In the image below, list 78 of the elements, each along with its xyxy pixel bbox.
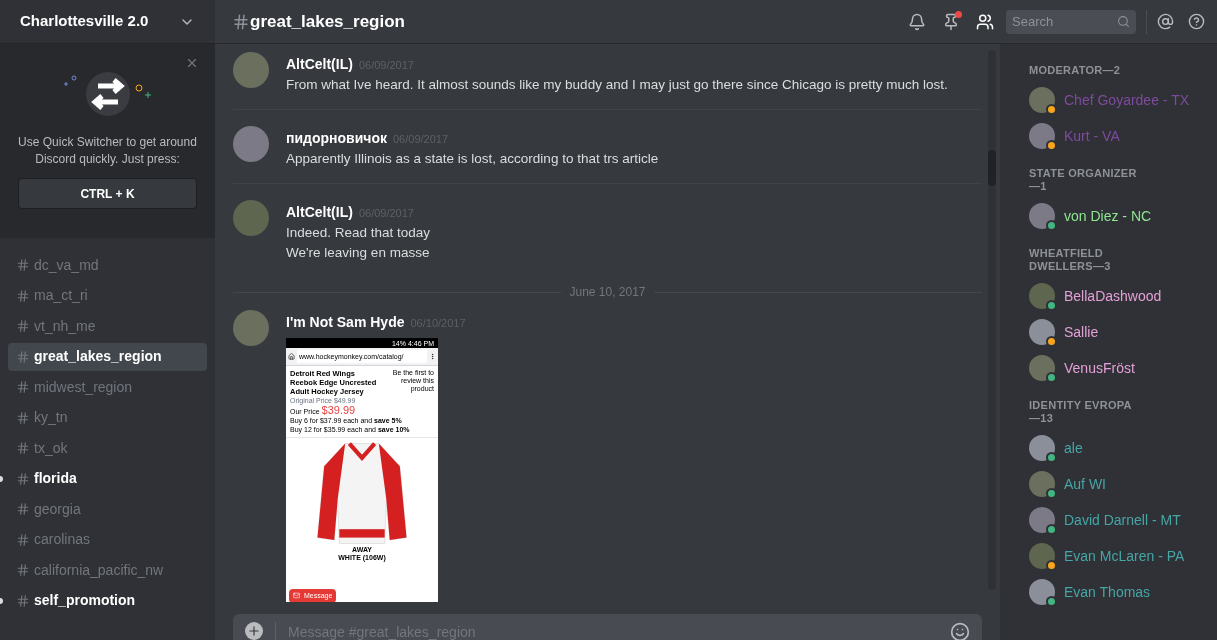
home-icon bbox=[288, 353, 295, 360]
mention-icon[interactable] bbox=[1157, 13, 1174, 30]
avatar[interactable] bbox=[1029, 283, 1055, 309]
avatar[interactable] bbox=[1029, 203, 1055, 229]
channel-item[interactable]: california_pacific_nw bbox=[8, 556, 207, 585]
bell-icon[interactable] bbox=[908, 12, 926, 31]
hash-icon bbox=[16, 410, 30, 425]
member-name[interactable]: VenusFröst bbox=[1064, 357, 1135, 379]
hash-icon bbox=[16, 441, 30, 456]
member-name[interactable]: BellaDashwood bbox=[1064, 285, 1162, 307]
role-heading: MODERATOR—2 bbox=[1029, 64, 1122, 77]
screenshot-attachment[interactable] bbox=[286, 338, 438, 602]
avatar[interactable] bbox=[1029, 319, 1055, 345]
channel-item[interactable]: ma_ct_ri bbox=[8, 281, 207, 310]
channel-title: great_lakes_region bbox=[250, 10, 405, 33]
avatar[interactable] bbox=[1029, 435, 1055, 461]
channel-item[interactable]: carolinas bbox=[8, 525, 207, 554]
author-name[interactable]: пидорновичок bbox=[286, 128, 387, 149]
plus-icon[interactable] bbox=[245, 622, 263, 640]
avatar[interactable] bbox=[1029, 579, 1055, 605]
channel-item[interactable]: florida bbox=[8, 464, 207, 493]
hash-icon bbox=[16, 532, 30, 547]
hash-icon bbox=[232, 12, 250, 31]
author-name[interactable]: I'm Not Sam Hyde bbox=[286, 312, 405, 333]
channel-item[interactable]: georgia bbox=[8, 495, 207, 524]
channel-item[interactable]: ky_tn bbox=[8, 403, 207, 432]
message-text: Indeed. Read that today bbox=[286, 224, 431, 242]
hash-icon bbox=[16, 380, 30, 395]
date-divider: June 10, 2017 bbox=[569, 284, 646, 301]
author-name[interactable]: AltCelt(IL) bbox=[286, 54, 353, 75]
mail-icon bbox=[293, 592, 300, 600]
avatar[interactable] bbox=[1029, 123, 1055, 149]
avatar[interactable] bbox=[1029, 87, 1055, 113]
member-name[interactable]: von Diez - NC bbox=[1064, 205, 1152, 227]
hash-icon bbox=[16, 349, 30, 364]
hash-icon bbox=[16, 593, 30, 608]
hash-icon bbox=[16, 288, 30, 303]
channel-item[interactable]: midwest_region bbox=[8, 373, 207, 402]
member-name[interactable]: David Darnell - MT bbox=[1064, 509, 1181, 531]
avatar[interactable] bbox=[1029, 507, 1055, 533]
channel-item[interactable]: vt_nh_me bbox=[8, 312, 207, 341]
message-text: From what Ive heard. It almost sounds like my buddy and I may just go there since Chicago is pretty much lost. bbox=[286, 76, 948, 94]
hash-icon bbox=[16, 471, 30, 486]
member-name[interactable]: ale bbox=[1064, 437, 1083, 459]
member-name[interactable]: Auf WI bbox=[1064, 473, 1106, 495]
avatar[interactable] bbox=[233, 126, 269, 162]
message-text: Apparently Illinois as a state is lost, according to that trs article bbox=[286, 150, 659, 168]
channel-item[interactable]: self_promotion bbox=[8, 586, 207, 615]
role-heading: STATE ORGANIZER—1 bbox=[1029, 167, 1138, 193]
emoji-icon[interactable] bbox=[950, 622, 970, 640]
member-name[interactable]: Evan McLaren - PA bbox=[1064, 545, 1185, 567]
channel-item[interactable]: dc_va_md bbox=[8, 251, 207, 280]
hash-icon bbox=[16, 319, 30, 334]
role-heading: IDENTITY EVROPA—13 bbox=[1029, 399, 1133, 425]
avatar[interactable] bbox=[1029, 471, 1055, 497]
message-text: We're leaving en masse bbox=[286, 244, 431, 262]
pin-icon[interactable] bbox=[942, 12, 960, 31]
role-heading: WHEATFIELD DWELLERS—3 bbox=[1029, 247, 1112, 273]
search-field[interactable]: Search bbox=[1006, 9, 1136, 34]
search-icon bbox=[1117, 15, 1130, 28]
member-name[interactable]: Evan Thomas bbox=[1064, 581, 1151, 603]
channel-item[interactable]: great_lakes_region bbox=[8, 342, 207, 371]
channel-item[interactable]: tx_ok bbox=[8, 434, 207, 463]
quick-switcher-text: Use Quick Switcher to get around Discord quickly. Just press: bbox=[17, 134, 198, 168]
close-icon[interactable] bbox=[185, 56, 199, 70]
members-icon[interactable] bbox=[976, 12, 994, 31]
member-name[interactable]: Sallie bbox=[1064, 321, 1099, 343]
hash-icon bbox=[16, 563, 30, 578]
hash-icon bbox=[16, 502, 30, 517]
price: $39.99 bbox=[321, 405, 356, 416]
help-icon[interactable] bbox=[1188, 13, 1205, 30]
author-name[interactable]: AltCelt(IL) bbox=[286, 202, 353, 223]
shortcut-button[interactable]: CTRL + K bbox=[18, 178, 197, 209]
scrollbar[interactable] bbox=[988, 50, 996, 590]
avatar[interactable] bbox=[1029, 543, 1055, 569]
avatar[interactable] bbox=[1029, 355, 1055, 381]
hash-icon bbox=[16, 258, 30, 273]
server-name: Charlottesville 2.0 bbox=[20, 11, 149, 32]
